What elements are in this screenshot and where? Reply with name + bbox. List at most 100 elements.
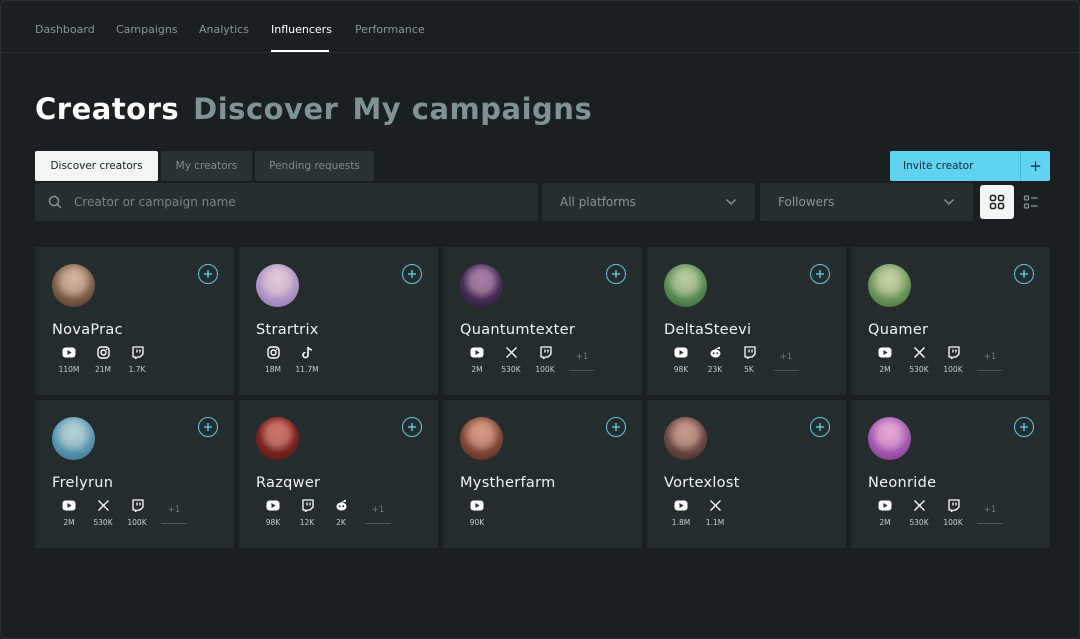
title-my-campaigns[interactable]: My campaigns	[352, 92, 592, 126]
stat-youtube: 98K	[256, 498, 290, 534]
creator-name[interactable]: Quantumtexter	[460, 322, 575, 338]
more-platforms[interactable]: +1	[976, 345, 1004, 381]
tab-my-creators[interactable]: My creators	[161, 151, 252, 181]
creator-stats: 2M 530K 100K +1	[460, 345, 596, 381]
stat-twitch: 100K	[936, 498, 970, 534]
search-input[interactable]	[74, 195, 494, 209]
app-window: Dashboard Campaigns Analytics Influencer…	[0, 0, 1080, 639]
stat-x: 530K	[86, 498, 120, 534]
stat-value: 5K	[744, 365, 754, 374]
creator-card[interactable]: Quantumtexter 2M 530K 100K +1	[443, 247, 642, 395]
add-creator-button[interactable]	[402, 417, 422, 437]
stat-twitch: 1.7K	[120, 345, 154, 381]
nav-item-analytics[interactable]: Analytics	[199, 23, 249, 36]
twitch-icon	[300, 498, 314, 512]
stat-value: 90K	[469, 518, 485, 527]
creator-name[interactable]: Mystherfarm	[460, 475, 556, 491]
creator-name[interactable]: Razqwer	[256, 475, 320, 491]
creator-card[interactable]: NovaPrac 110M 21M 1.7K	[35, 247, 234, 395]
stat-x: 530K	[902, 498, 936, 534]
search-icon	[48, 195, 62, 209]
creator-stats: 2M 530K 100K +1	[868, 498, 1004, 534]
creator-name[interactable]: Vortexlost	[664, 475, 740, 491]
creator-card[interactable]: Quamer 2M 530K 100K +1	[851, 247, 1050, 395]
avatar	[256, 264, 299, 307]
more-platforms[interactable]: +1	[772, 345, 800, 381]
x-icon	[912, 345, 926, 359]
creator-stats: 98K 12K 2K +1	[256, 498, 392, 534]
creator-card[interactable]: Vortexlost 1.8M 1.1M	[647, 400, 846, 548]
plus-icon	[1020, 423, 1028, 431]
creator-stats: 90K	[460, 498, 494, 534]
stat-tiktok: 11.7M	[290, 345, 324, 381]
stat-twitch: 100K	[936, 345, 970, 381]
creator-name[interactable]: Frelyrun	[52, 475, 113, 491]
more-platforms[interactable]: +1	[976, 498, 1004, 534]
more-platforms-underline	[773, 370, 799, 371]
plus-icon	[1020, 270, 1028, 278]
twitch-icon	[742, 345, 756, 359]
nav-item-influencers[interactable]: Influencers	[271, 23, 332, 36]
creator-name[interactable]: Neonride	[868, 475, 936, 491]
plus-icon	[408, 270, 416, 278]
youtube-icon	[878, 345, 892, 359]
more-platforms-count: +1	[371, 505, 385, 515]
creator-stats: 98K 23K 5K +1	[664, 345, 800, 381]
followers-select-value: Followers	[778, 195, 835, 209]
tab-discover-creators[interactable]: Discover creators	[35, 151, 158, 181]
followers-select[interactable]: Followers	[760, 183, 973, 221]
stat-twitch: 12K	[290, 498, 324, 534]
stat-reddit: 23K	[698, 345, 732, 381]
tab-pending-requests[interactable]: Pending requests	[255, 151, 374, 181]
creator-name[interactable]: DeltaSteevi	[664, 322, 751, 338]
creator-card[interactable]: Razqwer 98K 12K 2K +1	[239, 400, 438, 548]
more-platforms[interactable]: +1	[160, 498, 188, 534]
nav-item-campaigns[interactable]: Campaigns	[116, 23, 178, 36]
add-creator-button[interactable]	[1014, 264, 1034, 284]
creator-card[interactable]: Frelyrun 2M 530K 100K +1	[35, 400, 234, 548]
creator-name[interactable]: Quamer	[868, 322, 928, 338]
add-creator-button[interactable]	[606, 417, 626, 437]
add-creator-button[interactable]	[606, 264, 626, 284]
nav-item-dashboard[interactable]: Dashboard	[35, 23, 95, 36]
stat-value: 98K	[265, 518, 281, 527]
add-creator-button[interactable]	[810, 417, 830, 437]
nav-item-performance[interactable]: Performance	[355, 23, 425, 36]
add-creator-button[interactable]	[1014, 417, 1034, 437]
stat-value: 100K	[943, 365, 963, 374]
x-icon	[912, 498, 926, 512]
youtube-icon	[62, 498, 76, 512]
plus-icon: +	[1020, 151, 1050, 181]
add-creator-button[interactable]	[402, 264, 422, 284]
creator-card[interactable]: Strartrix 18M 11.7M	[239, 247, 438, 395]
stat-youtube: 90K	[460, 498, 494, 534]
add-creator-button[interactable]	[810, 264, 830, 284]
more-platforms-count: +1	[983, 352, 997, 362]
plus-icon	[816, 270, 824, 278]
add-creator-button[interactable]	[198, 264, 218, 284]
stat-youtube: 110M	[52, 345, 86, 381]
list-view-button[interactable]	[1014, 185, 1048, 219]
invite-creator-button[interactable]: Invite creator +	[890, 151, 1050, 181]
reddit-icon	[334, 498, 348, 512]
stat-value: 530K	[501, 365, 521, 374]
title-discover[interactable]: Discover	[193, 92, 338, 126]
more-platforms[interactable]: +1	[364, 498, 392, 534]
creator-card[interactable]: Mystherfarm 90K	[443, 400, 642, 548]
creator-card[interactable]: Neonride 2M 530K 100K +1	[851, 400, 1050, 548]
stat-twitch: 100K	[120, 498, 154, 534]
add-creator-button[interactable]	[198, 417, 218, 437]
creator-card[interactable]: DeltaSteevi 98K 23K 5K +1	[647, 247, 846, 395]
platform-select[interactable]: All platforms	[542, 183, 755, 221]
grid-view-button[interactable]	[980, 185, 1014, 219]
creator-name[interactable]: Strartrix	[256, 322, 319, 338]
stat-value: 21M	[94, 365, 111, 374]
stat-value: 1.7K	[128, 365, 146, 374]
stat-value: 530K	[909, 365, 929, 374]
more-platforms[interactable]: +1	[568, 345, 596, 381]
stat-value: 1.1M	[705, 518, 725, 527]
creator-name[interactable]: NovaPrac	[52, 322, 123, 338]
plus-icon	[816, 423, 824, 431]
plus-icon	[408, 423, 416, 431]
stat-value: 2M	[63, 518, 75, 527]
